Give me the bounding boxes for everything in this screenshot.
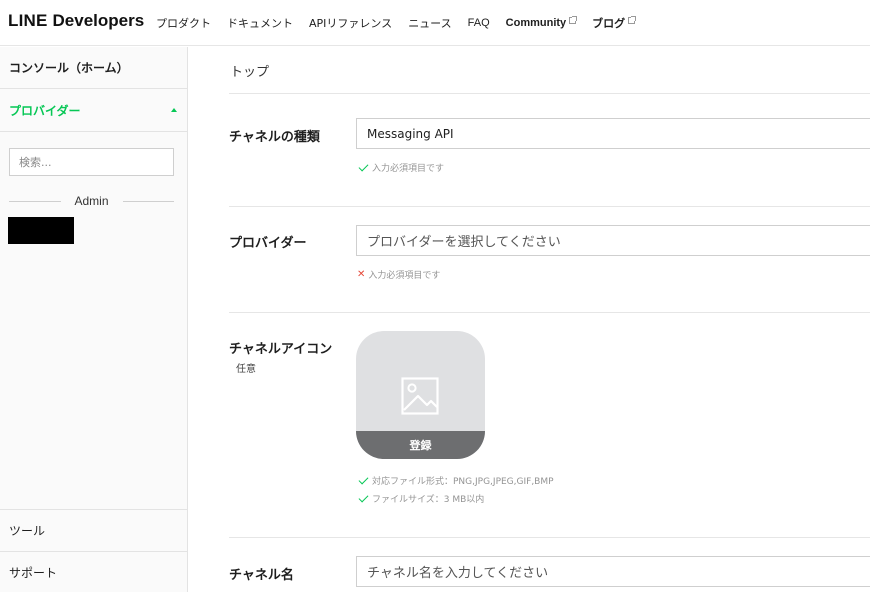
- divider-line: [122, 200, 175, 202]
- sidebar-item-provider[interactable]: プロバイダー: [0, 89, 187, 131]
- nav-blog-label: ブログ: [592, 17, 626, 30]
- sidebar-item-label: コンソール（ホーム）: [9, 61, 129, 75]
- channel-name-input[interactable]: チャネル名を入力してください: [356, 556, 870, 587]
- provider-label: プロバイダー: [229, 236, 307, 251]
- nav-faq[interactable]: FAQ: [468, 17, 490, 29]
- external-link-icon: [569, 15, 578, 24]
- channel-name-label: チャネル名: [229, 568, 294, 583]
- admin-label: Admin: [74, 194, 109, 208]
- nav-faq-label: FAQ: [467, 17, 490, 29]
- sidebar-item-console-home[interactable]: コンソール（ホーム）: [0, 47, 187, 89]
- hint-text: 対応ファイル形式：PNG,JPG,JPEG,GIF,BMP: [372, 477, 554, 487]
- logo-developers: Developers: [52, 11, 145, 30]
- provider-hint: ✕ 入力必須項目です: [357, 268, 440, 281]
- icon-format-hint: 対応ファイル形式：PNG,JPG,JPEG,GIF,BMP: [357, 474, 554, 487]
- breadcrumb[interactable]: トップ: [230, 61, 269, 80]
- image-icon: [401, 377, 439, 415]
- divider: [229, 93, 870, 94]
- optional-label: 任意: [236, 364, 256, 375]
- divider-line: [9, 200, 61, 202]
- icon-size-hint: ファイルサイズ：3 MB以内: [357, 492, 484, 505]
- nav-community[interactable]: Community: [505, 15, 578, 29]
- check-icon: [358, 474, 369, 484]
- check-icon: [358, 161, 369, 171]
- provider-select[interactable]: プロバイダーを選択してください: [356, 225, 870, 256]
- nav-api-reference[interactable]: APIリファレンス: [309, 15, 392, 31]
- hint-text: ファイルサイズ：3 MB以内: [372, 495, 485, 505]
- provider-search-input[interactable]: [9, 148, 174, 176]
- main-content: トップ チャネルの種類 Messaging API 入力必須項目です プロバイダ…: [188, 47, 870, 592]
- channel-type-hint: 入力必須項目です: [357, 161, 444, 174]
- sidebar: コンソール（ホーム） プロバイダー Admin ツール サポート: [0, 47, 188, 592]
- channel-name-placeholder: チャネル名を入力してください: [367, 566, 549, 581]
- divider: [229, 312, 870, 313]
- nav-news[interactable]: ニュース: [408, 15, 451, 31]
- sidebar-item-label: サポート: [9, 566, 58, 580]
- chevron-up-icon: [171, 108, 177, 112]
- channel-type-label: チャネルの種類: [229, 130, 320, 145]
- logo-line: LINE: [8, 11, 48, 30]
- hint-text: 入力必須項目です: [372, 164, 445, 174]
- external-link-icon: [628, 15, 637, 24]
- nav-products[interactable]: プロダクト: [156, 15, 211, 31]
- nav-products-label: プロダクト: [156, 17, 211, 30]
- sidebar-item-label: ツール: [9, 524, 46, 538]
- upload-button[interactable]: 登録: [356, 431, 485, 459]
- channel-icon-uploader[interactable]: 登録: [356, 331, 485, 459]
- sidebar-item-tools[interactable]: ツール: [0, 509, 187, 551]
- channel-type-field[interactable]: Messaging API: [356, 118, 870, 149]
- sidebar-item-label: プロバイダー: [9, 103, 81, 118]
- hint-text: 入力必須項目です: [368, 271, 441, 281]
- nav-api-reference-label: APIリファレンス: [309, 17, 393, 30]
- channel-type-value: Messaging API: [367, 126, 454, 141]
- sidebar-divider: [0, 131, 187, 132]
- provider-select-placeholder: プロバイダーを選択してください: [367, 235, 561, 250]
- sidebar-item-support[interactable]: サポート: [0, 551, 187, 592]
- line-developers-logo[interactable]: LINE Developers: [8, 11, 144, 31]
- nav-documents[interactable]: ドキュメント: [227, 15, 293, 31]
- nav-blog[interactable]: ブログ: [592, 15, 637, 31]
- global-nav: プロダクト ドキュメント APIリファレンス ニュース FAQ Communit…: [156, 15, 651, 31]
- divider: [229, 537, 870, 538]
- divider: [229, 206, 870, 207]
- check-icon: [358, 492, 369, 502]
- nav-news-label: ニュース: [408, 17, 452, 30]
- nav-documents-label: ドキュメント: [227, 17, 293, 30]
- top-header: LINE Developers プロダクト ドキュメント APIリファレンス ニュ…: [0, 0, 870, 46]
- nav-community-label: Community: [505, 17, 567, 29]
- channel-icon-label: チャネルアイコン: [229, 342, 333, 357]
- cross-icon: ✕: [357, 268, 366, 280]
- admin-section-header: Admin: [9, 193, 175, 209]
- redacted-provider-item[interactable]: [8, 217, 74, 244]
